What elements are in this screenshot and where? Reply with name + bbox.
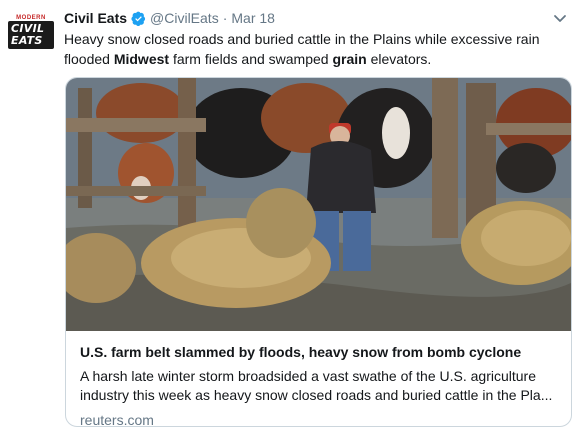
avatar-logo-text: CIVIL EATS — [8, 21, 54, 49]
tweet-date[interactable]: Mar 18 — [231, 9, 275, 27]
hashtag-grain: grain — [332, 51, 367, 67]
link-card[interactable]: U.S. farm belt slammed by floods, heavy … — [65, 77, 572, 427]
tweet-text: Heavy snow closed roads and buried cattl… — [64, 29, 560, 69]
tweet-header: Civil Eats @CivilEats · Mar 18 — [64, 9, 275, 27]
separator-dot: · — [222, 10, 228, 26]
card-image[interactable] — [66, 78, 571, 331]
author-name[interactable]: Civil Eats — [64, 9, 127, 27]
avatar[interactable]: MODERN CIVIL EATS — [8, 15, 54, 49]
tweet-text-part: farm fields and swamped — [169, 51, 333, 67]
card-domain[interactable]: reuters.com — [80, 411, 560, 426]
card-body: U.S. farm belt slammed by floods, heavy … — [80, 343, 560, 426]
verified-badge-icon — [131, 11, 146, 26]
tweet-text-part: elevators. — [366, 51, 432, 67]
chevron-down-icon[interactable] — [552, 10, 568, 26]
hashtag-midwest: Midwest — [113, 51, 170, 67]
card-description: A harsh late winter storm broadsided a v… — [80, 368, 553, 403]
card-title[interactable]: U.S. farm belt slammed by floods, heavy … — [80, 343, 560, 362]
author-handle[interactable]: @CivilEats — [150, 9, 219, 27]
